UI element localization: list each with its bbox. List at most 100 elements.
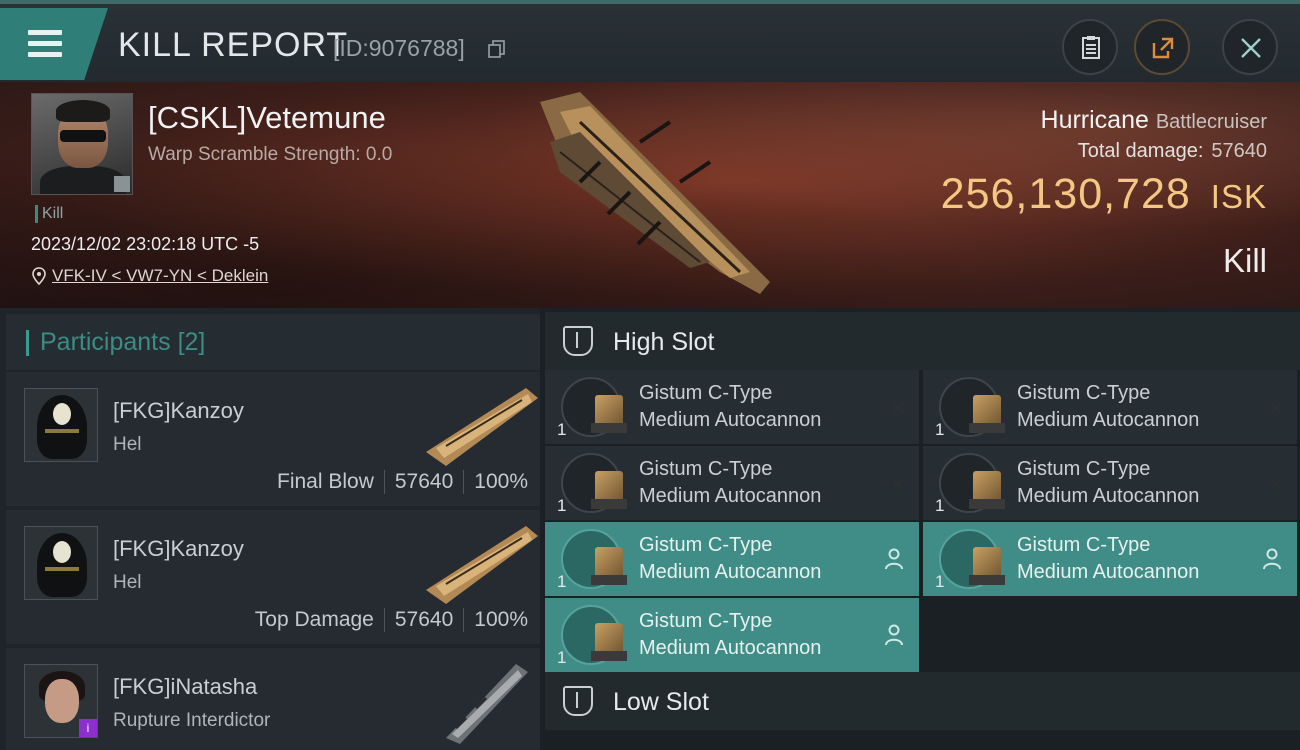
module-qty: 1	[557, 648, 567, 667]
module-item[interactable]: 1 Gistum C-Type Medium Autocannon ✕	[545, 370, 919, 444]
result-label: Kill	[1222, 242, 1267, 279]
participant-ship-image	[426, 526, 538, 604]
header-bar: KILL REPORT [ID:9076788]	[0, 0, 1300, 82]
x-icon: ✕	[1266, 472, 1285, 497]
ship-class: Battlecruiser	[1155, 111, 1267, 133]
participant-percent: 100%	[474, 608, 528, 631]
module-name-line2: Medium Autocannon	[639, 637, 822, 659]
victim-ship-type: Hurricane Battlecruiser	[1041, 106, 1267, 135]
module-item[interactable]: 1 Gistum C-Type Medium Autocannon	[545, 598, 919, 672]
clipboard-button[interactable]	[1062, 19, 1118, 75]
page-title: KILL REPORT	[118, 26, 349, 64]
participant-row[interactable]: i [FKG]iNatasha Rupture Interdictor	[6, 648, 540, 750]
module-name-line1: Gistum C-Type	[1017, 382, 1151, 404]
participant-ship: Hel	[113, 434, 142, 455]
module-item[interactable]: 1 Gistum C-Type Medium Autocannon ✕	[923, 446, 1297, 520]
module-name-line2: Medium Autocannon	[1017, 409, 1200, 431]
participant-row[interactable]: [FKG]Kanzoy Hel Final Blow 57640 100%	[6, 372, 540, 506]
module-name-line1: Gistum C-Type	[639, 610, 773, 632]
close-button[interactable]	[1222, 19, 1278, 75]
person-icon	[1263, 548, 1281, 570]
x-icon: ✕	[888, 472, 907, 497]
x-icon: ✕	[888, 396, 907, 421]
module-qty: 1	[557, 572, 567, 591]
module-name-line2: Medium Autocannon	[639, 485, 822, 507]
isk-value: 256,130,728 ISK	[941, 170, 1267, 219]
kill-location[interactable]: VFK-IV < VW7-YN < Deklein	[32, 266, 268, 286]
participant-role: Top Damage	[254, 608, 374, 631]
high-slot-icon	[563, 326, 593, 356]
participant-percent: 100%	[474, 470, 528, 493]
participants-panel: Participants [2] [FKG]Kanzoy Hel Final B…	[0, 308, 540, 750]
total-damage-label: Total damage:	[1077, 140, 1204, 162]
share-icon	[1152, 37, 1174, 59]
isk-unit: ISK	[1210, 178, 1267, 215]
share-button[interactable]	[1134, 19, 1190, 75]
module-qty: 1	[935, 420, 945, 439]
ship-name: Hurricane	[1040, 106, 1149, 134]
fitting-panel: High Slot 1 Gistum C-Type Medium Autocan…	[545, 308, 1300, 750]
total-damage-value: 57640	[1211, 140, 1267, 162]
warp-scramble-strength: Warp Scramble Strength: 0.0	[148, 144, 393, 165]
info-badge-icon: i	[79, 719, 97, 737]
module-name-line1: Gistum C-Type	[639, 382, 773, 404]
module-item[interactable]: 1 Gistum C-Type Medium Autocannon ✕	[545, 446, 919, 520]
participants-header: Participants [2]	[6, 314, 540, 370]
victim-name[interactable]: [CSKL]Vetemune	[148, 100, 386, 136]
module-item[interactable]: 1 Gistum C-Type Medium Autocannon	[923, 522, 1297, 596]
module-item[interactable]: 1 Gistum C-Type Medium Autocannon	[545, 522, 919, 596]
high-slot-label: High Slot	[613, 328, 715, 356]
participant-ship: Hel	[113, 572, 142, 593]
participant-ship-image	[426, 388, 538, 466]
high-slot-header: High Slot	[545, 312, 1300, 370]
module-name-line1: Gistum C-Type	[639, 534, 773, 556]
participant-ship: Rupture Interdictor	[113, 710, 271, 731]
low-slot-header: Low Slot	[545, 672, 1300, 730]
location-link[interactable]: VFK-IV < VW7-YN < Deklein	[52, 266, 268, 286]
module-qty: 1	[935, 572, 945, 591]
victim-portrait[interactable]	[31, 93, 133, 195]
module-qty: 1	[935, 496, 945, 515]
isk-amount: 256,130,728	[940, 170, 1191, 218]
victim-banner: [CSKL]Vetemune Warp Scramble Strength: 0…	[0, 82, 1300, 308]
participant-avatar	[24, 526, 98, 600]
participant-stats: Final Blow 57640 100%	[277, 470, 528, 494]
participant-ship-image	[446, 664, 528, 744]
module-name-line2: Medium Autocannon	[1017, 561, 1200, 583]
info-tag-icon	[114, 176, 130, 192]
module-item[interactable]: 1 Gistum C-Type Medium Autocannon ✕	[923, 370, 1297, 444]
module-name-line1: Gistum C-Type	[639, 458, 773, 480]
x-icon: ✕	[1266, 396, 1285, 421]
participant-name: [FKG]iNatasha	[113, 674, 258, 699]
location-pin-icon	[32, 267, 46, 285]
participant-avatar	[24, 388, 98, 462]
module-qty: 1	[557, 420, 567, 439]
total-damage: Total damage: 57640	[1078, 140, 1267, 163]
clipboard-icon	[1082, 36, 1100, 59]
participant-damage: 57640	[394, 608, 454, 631]
participant-damage: 57640	[394, 470, 454, 493]
copy-icon[interactable]	[488, 40, 506, 58]
low-slot-icon	[563, 686, 593, 716]
low-slot-label: Low Slot	[613, 688, 709, 716]
person-icon	[885, 624, 903, 646]
module-name-line2: Medium Autocannon	[639, 409, 822, 431]
module-name-line2: Medium Autocannon	[639, 561, 822, 583]
participant-name: [FKG]Kanzoy	[113, 398, 244, 423]
module-name-line1: Gistum C-Type	[1017, 534, 1151, 556]
kill-timestamp: 2023/12/02 23:02:18 UTC -5	[31, 234, 260, 254]
participants-label: Participants	[40, 328, 171, 356]
close-icon	[1241, 38, 1261, 58]
participant-stats: Top Damage 57640 100%	[255, 608, 528, 632]
participants-count: [2]	[177, 328, 206, 356]
participant-name: [FKG]Kanzoy	[113, 536, 244, 561]
participant-role: Final Blow	[277, 470, 374, 493]
participant-avatar: i	[24, 664, 98, 738]
menu-button[interactable]	[0, 8, 108, 80]
module-qty: 1	[557, 496, 567, 515]
kill-type-tag: Kill	[35, 205, 63, 223]
victim-ship-image	[540, 92, 770, 294]
person-icon	[885, 548, 903, 570]
hamburger-menu-icon	[28, 30, 62, 63]
participant-row[interactable]: [FKG]Kanzoy Hel Top Damage 57640 100%	[6, 510, 540, 644]
